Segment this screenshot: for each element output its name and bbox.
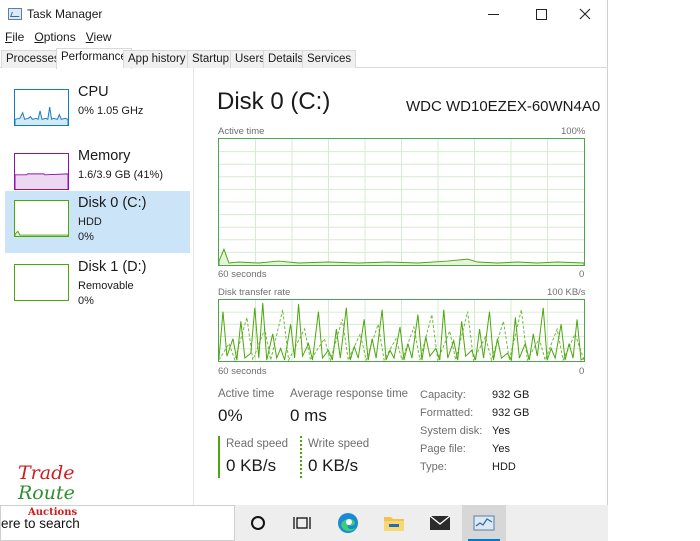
mail-icon <box>429 515 451 530</box>
transfer-axis-left: 60 seconds <box>218 366 267 377</box>
tab-app-history[interactable]: App history <box>123 50 191 68</box>
active-time-axis-left: 60 seconds <box>218 269 267 280</box>
active-time-graph <box>218 138 585 266</box>
read-speed-indicator <box>218 436 220 478</box>
logo-line-2: Route <box>18 482 75 504</box>
menu-options-mnemonic: O <box>34 30 44 44</box>
disk-model: WDC WD10EZEX-60WN4A0 <box>406 98 601 115</box>
resource-name: Memory <box>78 148 131 164</box>
formatted-label: Formatted: <box>420 407 474 419</box>
tab-startup[interactable]: Startup <box>187 50 235 68</box>
transfer-graph-max: 100 KB/s <box>547 287 586 298</box>
active-time-graph-label: Active time <box>218 126 265 137</box>
resource-item-disk-0[interactable]: Disk 0 (C:) HDD 0% <box>5 191 190 253</box>
logo-line-3: Auctions <box>28 507 78 518</box>
resource-detail: 0% 1.05 GHz <box>78 105 144 117</box>
menu-options-label: ptions <box>43 30 76 44</box>
active-time-label: Active time <box>218 388 275 400</box>
tab-services[interactable]: Services <box>302 50 357 68</box>
task-view-icon <box>293 517 311 529</box>
task-manager-icon <box>8 8 22 20</box>
type-label: Type: <box>420 461 447 473</box>
type-value: HDD <box>492 461 516 473</box>
title-bar[interactable]: Task Manager <box>0 0 608 28</box>
system-disk-value: Yes <box>492 425 510 437</box>
tab-performance[interactable]: Performance <box>56 48 132 69</box>
disk-transfer-rate-graph <box>218 299 585 362</box>
write-speed-value: 0 KB/s <box>308 456 359 475</box>
avg-response-label: Average response time <box>290 388 409 400</box>
resource-list: CPU 0% 1.05 GHz Memory 1.6/3.9 GB (41%) … <box>0 68 194 505</box>
logo-line-1: Trade <box>18 462 75 484</box>
transfer-graph-label: Disk transfer rate <box>218 287 291 298</box>
resource-name: CPU <box>78 84 109 100</box>
page-file-label: Page file: <box>420 443 466 455</box>
write-speed-indicator <box>300 436 302 478</box>
trade-route-auctions-logo: Trade Route Auctions <box>16 462 80 522</box>
resource-item-disk-1[interactable]: Disk 1 (D:) Removable 0% <box>5 255 190 317</box>
menu-view-mnemonic: V <box>85 30 94 44</box>
resource-item-cpu[interactable]: CPU 0% 1.05 GHz <box>5 80 190 142</box>
capacity-label: Capacity: <box>420 389 466 401</box>
resource-type: Removable <box>78 280 134 292</box>
cortana-circle-icon <box>251 516 265 530</box>
resource-detail: 1.6/3.9 GB (41%) <box>78 169 163 181</box>
page-file-value: Yes <box>492 443 510 455</box>
resource-type: HDD <box>78 216 102 228</box>
maximize-icon <box>535 8 547 20</box>
resource-usage: 0% <box>78 295 94 307</box>
disk-1-thumbnail-graph <box>14 264 69 301</box>
resource-name: Disk 0 (C:) <box>78 195 147 211</box>
cortana-button[interactable] <box>236 505 280 541</box>
tab-bar: Processes Performance App history Startu… <box>0 48 608 69</box>
minimize-button[interactable] <box>470 0 516 28</box>
capacity-value: 932 GB <box>492 389 530 401</box>
resource-name: Disk 1 (D:) <box>78 259 147 275</box>
task-view-button[interactable] <box>280 505 324 541</box>
transfer-axis-right: 0 <box>579 366 585 377</box>
cpu-thumbnail-graph <box>14 89 69 126</box>
read-speed-value: 0 KB/s <box>226 456 277 475</box>
menu-view[interactable]: View <box>81 28 117 48</box>
formatted-value: 932 GB <box>492 407 530 419</box>
edge-button[interactable] <box>326 505 370 541</box>
system-disk-label: System disk: <box>420 425 483 437</box>
write-speed-label: Write speed <box>308 438 370 450</box>
read-speed-label: Read speed <box>226 438 289 450</box>
task-manager-window: Task Manager File Options View Processes… <box>0 0 608 505</box>
close-button[interactable] <box>562 0 608 28</box>
menu-file-label: ile <box>12 30 25 44</box>
file-explorer-icon <box>384 517 404 531</box>
avg-response-value: 0 ms <box>290 406 327 425</box>
mail-button[interactable] <box>418 505 462 541</box>
active-time-axis-right: 0 <box>579 269 585 280</box>
menu-view-label: iew <box>93 30 112 44</box>
file-explorer-button[interactable] <box>372 505 416 541</box>
resource-usage: 0% <box>78 231 94 243</box>
taskbar: ere to search <box>0 505 608 541</box>
active-time-value: 0% <box>218 406 243 425</box>
task-manager-icon <box>473 515 495 531</box>
maximize-button[interactable] <box>518 0 564 28</box>
disk-0-thumbnail-graph <box>14 200 69 237</box>
close-icon <box>579 8 591 20</box>
active-time-graph-max: 100% <box>561 126 586 137</box>
task-manager-taskbar-button[interactable] <box>462 505 506 541</box>
menu-file[interactable]: File <box>0 28 29 48</box>
edge-icon <box>338 513 358 533</box>
menu-bar: File Options View <box>0 28 117 48</box>
menu-options[interactable]: Options <box>29 28 80 48</box>
memory-thumbnail-graph <box>14 153 69 190</box>
detail-title: Disk 0 (C:) <box>217 88 331 115</box>
minimize-icon <box>487 13 499 15</box>
window-title: Task Manager <box>27 7 103 21</box>
